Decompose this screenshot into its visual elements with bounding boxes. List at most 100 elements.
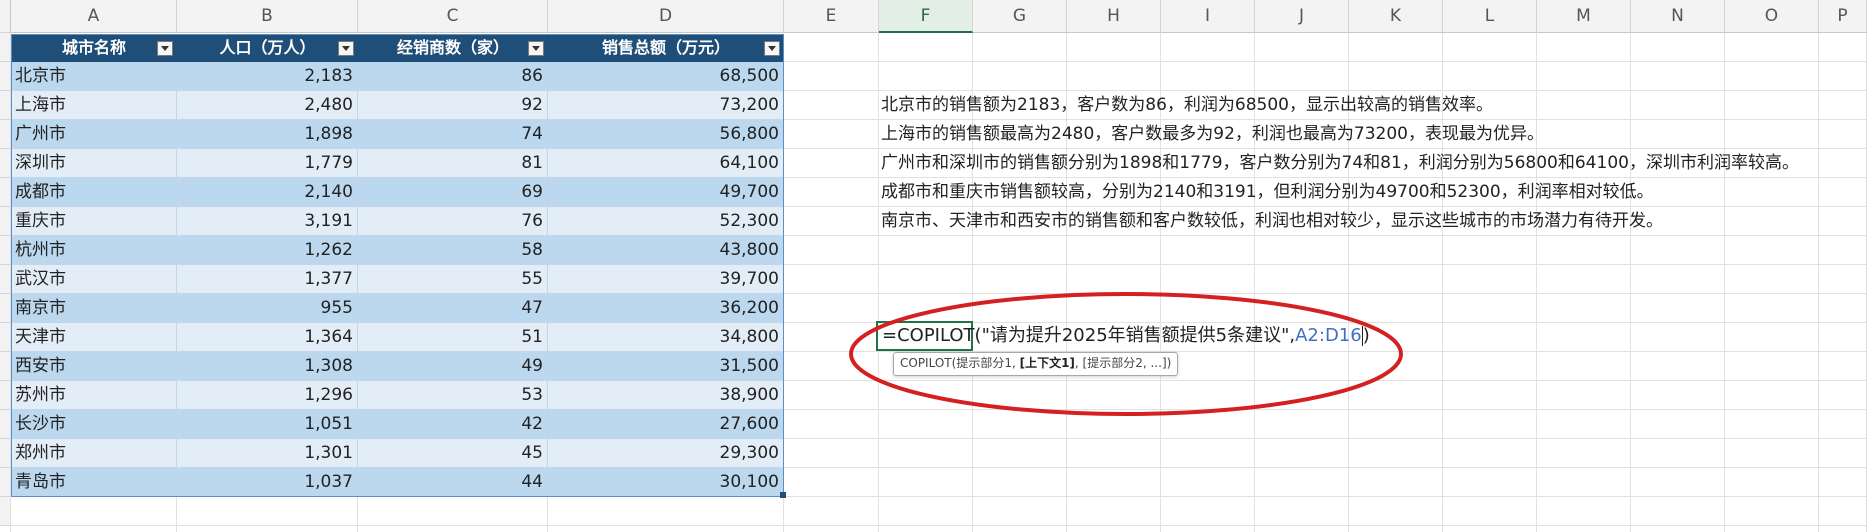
table-value-cell[interactable]: 1,262: [177, 236, 358, 265]
filter-dropdown-icon[interactable]: [338, 41, 354, 56]
table-resize-handle[interactable]: [780, 492, 786, 498]
column-header-n[interactable]: N: [1631, 0, 1725, 33]
table-value-cell[interactable]: 1,296: [177, 381, 358, 410]
city-name-cell[interactable]: 上海市: [11, 91, 177, 120]
table-value-cell[interactable]: 74: [358, 120, 548, 149]
column-header-e[interactable]: E: [784, 0, 879, 33]
column-header-p[interactable]: P: [1819, 0, 1867, 33]
city-name-cell[interactable]: 重庆市: [11, 207, 177, 236]
table-value-cell[interactable]: 1,037: [177, 468, 358, 497]
city-name-cell[interactable]: 郑州市: [11, 439, 177, 468]
table-value-cell[interactable]: 1,779: [177, 149, 358, 178]
table-value-cell[interactable]: 2,480: [177, 91, 358, 120]
table-header-label: 销售总额（万元）: [601, 38, 730, 57]
table-value-cell[interactable]: 47: [358, 294, 548, 323]
column-header-f[interactable]: F: [879, 0, 973, 33]
table-value-cell[interactable]: 56,800: [548, 120, 784, 149]
table-value-cell[interactable]: 1,301: [177, 439, 358, 468]
city-name-cell[interactable]: 广州市: [11, 120, 177, 149]
table-value-cell[interactable]: 955: [177, 294, 358, 323]
formula-prompt-string: "请为提升2025年销售额提供5条建议",: [981, 325, 1296, 346]
table-value-cell[interactable]: 81: [358, 149, 548, 178]
city-name-cell[interactable]: 成都市: [11, 178, 177, 207]
table-value-cell[interactable]: 1,898: [177, 120, 358, 149]
city-name-cell[interactable]: 西安市: [11, 352, 177, 381]
city-name-cell[interactable]: 长沙市: [11, 410, 177, 439]
city-name-cell[interactable]: 北京市: [11, 62, 177, 91]
table-value-cell[interactable]: 49: [358, 352, 548, 381]
filter-dropdown-icon[interactable]: [528, 41, 544, 56]
table-header-cell[interactable]: 经销商数（家）: [358, 34, 548, 62]
column-header-l[interactable]: L: [1443, 0, 1537, 33]
table-header-cell[interactable]: 城市名称: [11, 34, 177, 62]
table-value-cell[interactable]: 45: [358, 439, 548, 468]
grid-line-v: [1818, 33, 1819, 532]
table-header-cell[interactable]: 销售总额（万元）: [548, 34, 784, 62]
table-value-cell[interactable]: 38,900: [548, 381, 784, 410]
function-tooltip[interactable]: COPILOT(提示部分1, [上下文1], [提示部分2, ...]): [893, 352, 1179, 376]
table-value-cell[interactable]: 3,191: [177, 207, 358, 236]
table-value-cell[interactable]: 49,700: [548, 178, 784, 207]
column-header-m[interactable]: M: [1537, 0, 1631, 33]
column-header-a[interactable]: A: [11, 0, 177, 33]
analysis-note[interactable]: 广州市和深圳市的销售额分别为1898和1779，客户数分别为74和81，利润分别…: [881, 149, 1799, 178]
column-header-c[interactable]: C: [358, 0, 548, 33]
table-value-cell[interactable]: 52,300: [548, 207, 784, 236]
table-value-cell[interactable]: 1,377: [177, 265, 358, 294]
table-value-cell[interactable]: 34,800: [548, 323, 784, 352]
table-value-cell[interactable]: 29,300: [548, 439, 784, 468]
table-value-cell[interactable]: 64,100: [548, 149, 784, 178]
table-value-cell[interactable]: 27,600: [548, 410, 784, 439]
grid-line-h: [11, 525, 1867, 526]
column-header-j[interactable]: J: [1255, 0, 1349, 33]
column-header-d[interactable]: D: [548, 0, 784, 33]
table-value-cell[interactable]: 68,500: [548, 62, 784, 91]
table-value-cell[interactable]: 92: [358, 91, 548, 120]
table-value-cell[interactable]: 36,200: [548, 294, 784, 323]
table-value-cell[interactable]: 39,700: [548, 265, 784, 294]
column-header-o[interactable]: O: [1725, 0, 1819, 33]
city-name-cell[interactable]: 青岛市: [11, 468, 177, 497]
formula-text[interactable]: =COPILOT("请为提升2025年销售额提供5条建议",A2:D16): [882, 323, 1370, 349]
city-name-cell[interactable]: 天津市: [11, 323, 177, 352]
table-value-cell[interactable]: 2,140: [177, 178, 358, 207]
table-value-cell[interactable]: 58: [358, 236, 548, 265]
select-all-corner[interactable]: [0, 0, 11, 33]
city-name-cell[interactable]: 南京市: [11, 294, 177, 323]
table-value-cell[interactable]: 73,200: [548, 91, 784, 120]
formula-suffix: ): [1362, 325, 1370, 346]
analysis-note[interactable]: 上海市的销售额最高为2480，客户数最多为92，利润也最高为73200，表现最为…: [881, 120, 1544, 149]
filter-dropdown-icon[interactable]: [764, 41, 780, 56]
table-value-cell[interactable]: 43,800: [548, 236, 784, 265]
table-value-cell[interactable]: 53: [358, 381, 548, 410]
table-value-cell[interactable]: 51: [358, 323, 548, 352]
column-header-h[interactable]: H: [1067, 0, 1161, 33]
grid-line-v: [1630, 33, 1631, 532]
city-name-cell[interactable]: 杭州市: [11, 236, 177, 265]
analysis-note[interactable]: 南京市、天津市和西安市的销售额和客户数较低，利润也相对较少，显示这些城市的市场潜…: [881, 207, 1663, 236]
table-value-cell[interactable]: 31,500: [548, 352, 784, 381]
city-name-cell[interactable]: 苏州市: [11, 381, 177, 410]
table-header-label: 人口（万人）: [219, 38, 316, 57]
table-value-cell[interactable]: 1,308: [177, 352, 358, 381]
table-value-cell[interactable]: 2,183: [177, 62, 358, 91]
table-value-cell[interactable]: 76: [358, 207, 548, 236]
table-value-cell[interactable]: 1,051: [177, 410, 358, 439]
table-value-cell[interactable]: 42: [358, 410, 548, 439]
table-value-cell[interactable]: 55: [358, 265, 548, 294]
analysis-note[interactable]: 北京市的销售额为2183，客户数为86，利润为68500，显示出较高的销售效率。: [881, 91, 1493, 120]
table-value-cell[interactable]: 30,100: [548, 468, 784, 497]
column-header-b[interactable]: B: [177, 0, 358, 33]
column-header-k[interactable]: K: [1349, 0, 1443, 33]
column-header-i[interactable]: I: [1161, 0, 1255, 33]
table-value-cell[interactable]: 44: [358, 468, 548, 497]
table-value-cell[interactable]: 69: [358, 178, 548, 207]
table-header-cell[interactable]: 人口（万人）: [177, 34, 358, 62]
city-name-cell[interactable]: 武汉市: [11, 265, 177, 294]
filter-dropdown-icon[interactable]: [157, 41, 173, 56]
table-value-cell[interactable]: 1,364: [177, 323, 358, 352]
analysis-note[interactable]: 成都市和重庆市销售额较高，分别为2140和3191，但利润分别为49700和52…: [881, 178, 1654, 207]
city-name-cell[interactable]: 深圳市: [11, 149, 177, 178]
column-header-g[interactable]: G: [973, 0, 1067, 33]
table-value-cell[interactable]: 86: [358, 62, 548, 91]
